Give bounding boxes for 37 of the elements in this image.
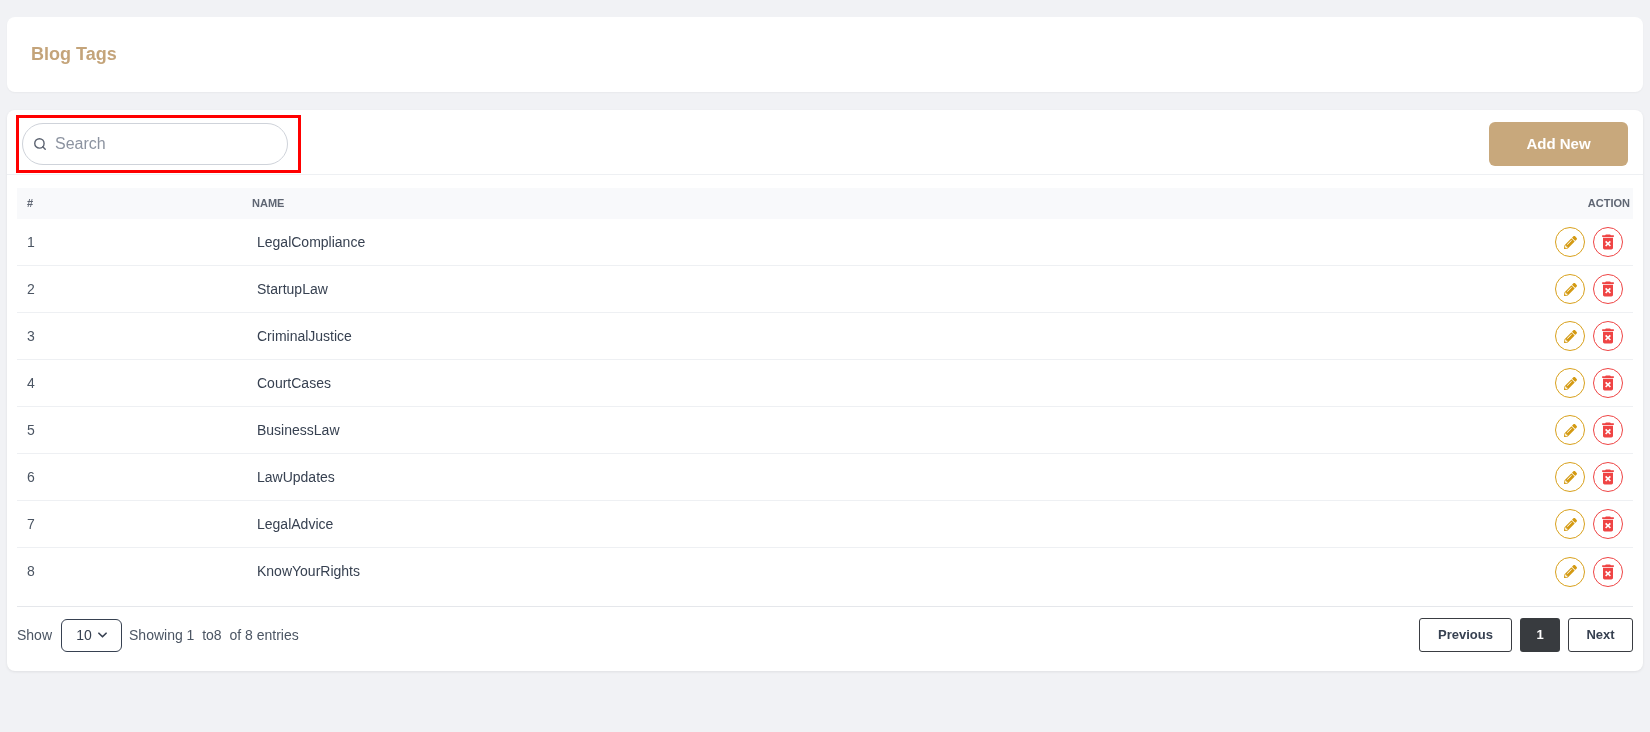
row-number: 8 <box>27 562 36 581</box>
pencil-icon <box>1563 282 1577 296</box>
tag-name: StartupLaw <box>256 279 329 299</box>
pencil-icon <box>1563 329 1577 343</box>
tag-name: LegalCompliance <box>256 232 367 252</box>
search-field[interactable]: Search <box>22 123 288 165</box>
pencil-icon <box>1563 517 1577 531</box>
pencil-icon <box>1563 423 1577 437</box>
pencil-icon <box>1563 565 1577 578</box>
row-number: 2 <box>27 279 36 299</box>
pencil-icon <box>1563 235 1577 249</box>
pencil-icon <box>1563 470 1577 484</box>
tag-name: CriminalJustice <box>256 326 353 346</box>
next-button[interactable]: Next <box>1568 618 1633 652</box>
search-icon <box>33 137 47 151</box>
pencil-icon <box>1563 376 1577 390</box>
row-number: 5 <box>27 420 36 440</box>
column-header: NAME <box>252 196 286 212</box>
tag-name: BusinessLaw <box>256 420 341 440</box>
column-header: # <box>27 196 35 212</box>
page-title: Blog Tags <box>31 43 117 66</box>
row-number: 3 <box>27 326 36 346</box>
page-button[interactable]: 1 <box>1520 618 1560 652</box>
tag-name: LawUpdates <box>256 467 336 487</box>
column-header: ACTION <box>1587 196 1630 212</box>
row-number: 6 <box>27 467 36 487</box>
show-label: Show <box>17 625 53 645</box>
chevron-down-icon <box>97 632 107 638</box>
tag-name: KnowYourRights <box>256 562 361 581</box>
page-size-select[interactable]: 10 <box>61 618 123 652</box>
row-number: 7 <box>27 514 36 534</box>
row-number: 1 <box>27 232 36 252</box>
previous-button[interactable]: Previous <box>1419 618 1512 652</box>
entries-summary: Showing 1 to8 of 8 entries <box>129 625 299 645</box>
row-number: 4 <box>27 373 36 393</box>
tag-name: LegalAdvice <box>256 514 335 534</box>
tag-name: CourtCases <box>256 373 332 393</box>
